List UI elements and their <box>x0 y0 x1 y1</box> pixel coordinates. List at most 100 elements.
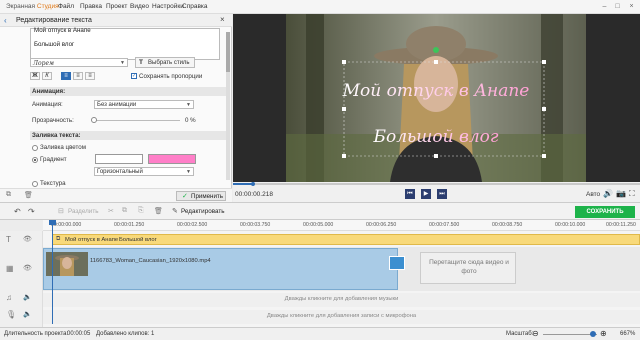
camera-snapshot-icon[interactable]: 📷 <box>616 189 626 198</box>
playback-bar: 00:00:00.218 ⏮ ▶ ⏭ Авто 🔊 📷 ⛶ <box>233 182 640 202</box>
resize-handle[interactable] <box>342 107 346 111</box>
ruler-tick-label: 00:00:01.250 <box>114 222 145 228</box>
split-icon[interactable]: ⊟ <box>58 207 64 215</box>
gradient-color-2-swatch[interactable] <box>148 154 196 164</box>
resize-handle[interactable] <box>434 60 438 64</box>
opacity-slider-track[interactable] <box>94 120 180 121</box>
eye-icon[interactable]: 👁 <box>23 264 32 272</box>
overlay-text-line-1[interactable]: Мой отпуск в Анапе <box>342 81 530 101</box>
edit-icon[interactable]: ✎ <box>172 207 178 215</box>
aspect-ratio-select[interactable]: Авто <box>586 191 600 198</box>
zoom-in-icon[interactable]: ⊕ <box>600 329 607 338</box>
resize-handle[interactable] <box>342 154 346 158</box>
maximize-icon[interactable]: □ <box>613 2 622 11</box>
align-right-button[interactable]: ≡ <box>85 72 95 80</box>
zoom-out-icon[interactable]: ⊖ <box>532 329 539 338</box>
duration-label: Длительность проекта: <box>4 331 69 337</box>
opacity-slider-thumb[interactable] <box>91 117 97 123</box>
fullscreen-icon[interactable]: ⛶ <box>629 189 635 199</box>
edit-button[interactable]: Редактировать <box>181 208 225 215</box>
media-drop-zone[interactable]: Перетащите сюда видео и фото <box>420 252 516 284</box>
minimize-icon[interactable]: – <box>600 2 609 11</box>
fill-section-header: Заливка текста: <box>30 131 226 140</box>
menu-project[interactable]: Проект <box>106 3 127 10</box>
delete-icon[interactable]: 🗑 <box>154 207 163 215</box>
close-window-icon[interactable]: × <box>627 2 636 11</box>
resize-handle[interactable] <box>542 107 546 111</box>
speaker-icon[interactable]: 🔈 <box>23 310 32 318</box>
animation-select[interactable]: Без анимации ▼ <box>94 100 194 109</box>
trash-icon[interactable]: 🗑 <box>24 191 33 199</box>
ruler-tick-label: 00:00:11.250 <box>606 222 636 228</box>
menu-settings[interactable]: Настройки <box>152 3 184 10</box>
undo-icon[interactable]: ↶ <box>14 207 21 216</box>
menu-edit[interactable]: Правка <box>80 3 102 10</box>
gradient-type-select[interactable]: Горизонтальный ▼ <box>94 167 194 176</box>
pick-style-label: Выбрать стиль <box>148 60 190 66</box>
copy-icon[interactable]: ⧉ <box>122 207 127 215</box>
ruler-tick-label: 00:00:02.500 <box>177 222 208 228</box>
pick-style-button[interactable]: T Выбрать стиль <box>135 57 195 68</box>
italic-button[interactable]: К <box>42 72 52 80</box>
speaker-icon[interactable]: 🔈 <box>23 293 32 301</box>
text-input[interactable]: Мой отпуск в Анапе Большой влог <box>30 27 220 60</box>
mic-hint: Дважды кликните для добавления записи с … <box>266 313 417 319</box>
scrollbar-thumb[interactable] <box>226 32 230 72</box>
fill-color-radio[interactable] <box>32 145 38 151</box>
font-select[interactable]: Лорем ▼ <box>30 58 128 67</box>
apply-label: Применить <box>191 193 223 200</box>
preview-area: Мой отпуск в Анапе Большой влог <box>233 14 640 202</box>
menu-help[interactable]: Справка <box>182 3 208 10</box>
menu-file[interactable]: Файл <box>58 3 74 10</box>
zoom-slider-track[interactable] <box>543 334 597 335</box>
menu-video[interactable]: Видео <box>130 3 149 10</box>
playback-progress-track[interactable] <box>233 183 640 185</box>
close-panel-icon[interactable]: × <box>220 15 225 24</box>
app-brand: Экранная Студия <box>6 3 59 10</box>
timeline-ruler[interactable]: 00:00:00.000 00:00:01.250 00:00:02.500 0… <box>43 220 640 231</box>
align-left-button[interactable]: ≡ <box>61 72 71 80</box>
split-button[interactable]: Разделить <box>68 208 99 215</box>
play-button[interactable]: ▶ <box>421 189 431 199</box>
next-frame-button[interactable]: ⏭ <box>437 189 447 199</box>
fill-section-title: Заливка текста: <box>32 132 81 139</box>
gradient-radio[interactable] <box>32 157 38 163</box>
playback-progress-thumb[interactable] <box>251 182 256 186</box>
panel-scrollbar[interactable] <box>226 32 230 180</box>
duplicate-icon[interactable]: ⧉ <box>6 191 11 199</box>
video-clip[interactable]: 1166783_Woman_Caucasian_1920x1080.mp4 <box>43 248 405 290</box>
playhead[interactable] <box>52 220 53 324</box>
text-clip-label-1: Мой отпуск в Анапе <box>65 237 119 243</box>
playhead-handle[interactable] <box>49 220 56 225</box>
keep-proportions-checkbox[interactable]: ✓ <box>131 73 137 79</box>
text-line-1: Мой отпуск в Анапе <box>34 27 91 34</box>
timeline-tracks: T 👁 ▦ 👁 ♫ 🔈 🎙 🔈 ⧉ Мой отпуск в Анапе Бол… <box>0 220 640 327</box>
ruler-tick-label: 00:00:07.500 <box>429 222 460 228</box>
redo-icon[interactable]: ↷ <box>28 207 35 216</box>
align-center-button[interactable]: ≡ <box>73 72 83 80</box>
resize-handle[interactable] <box>542 60 546 64</box>
paste-icon[interactable]: ⎘ <box>138 207 144 215</box>
rotate-handle[interactable] <box>433 47 439 53</box>
transition-icon[interactable] <box>389 256 405 270</box>
prev-frame-button[interactable]: ⏮ <box>405 189 415 199</box>
ruler-tick-label: 00:00:10.000 <box>555 222 586 228</box>
bold-button[interactable]: Ж <box>30 72 40 80</box>
text-clip[interactable]: ⧉ Мой отпуск в Анапе Большой влог <box>52 234 640 245</box>
gradient-color-1-swatch[interactable] <box>95 154 143 164</box>
apply-button[interactable]: ✓ Применить <box>176 191 226 201</box>
resize-handle[interactable] <box>434 154 438 158</box>
microphone-track[interactable]: Дважды кликните для добавления записи с … <box>43 310 640 324</box>
volume-icon[interactable]: 🔊 <box>603 189 613 198</box>
overlay-text-line-2[interactable]: Большой влог <box>372 127 498 147</box>
save-video-button[interactable]: СОХРАНИТЬ ВИДЕО <box>575 206 635 227</box>
back-arrow-icon[interactable]: ‹ <box>4 16 7 25</box>
resize-handle[interactable] <box>542 154 546 158</box>
eye-icon[interactable]: 👁 <box>23 235 32 243</box>
music-track[interactable]: Дважды кликните для добавления музыки <box>43 293 640 307</box>
cut-icon[interactable]: ✂ <box>108 207 114 215</box>
zoom-slider-thumb[interactable] <box>590 331 596 337</box>
resize-handle[interactable] <box>342 60 346 64</box>
keep-proportions-label: Сохранять пропорции <box>139 73 203 80</box>
texture-radio[interactable] <box>32 181 38 187</box>
